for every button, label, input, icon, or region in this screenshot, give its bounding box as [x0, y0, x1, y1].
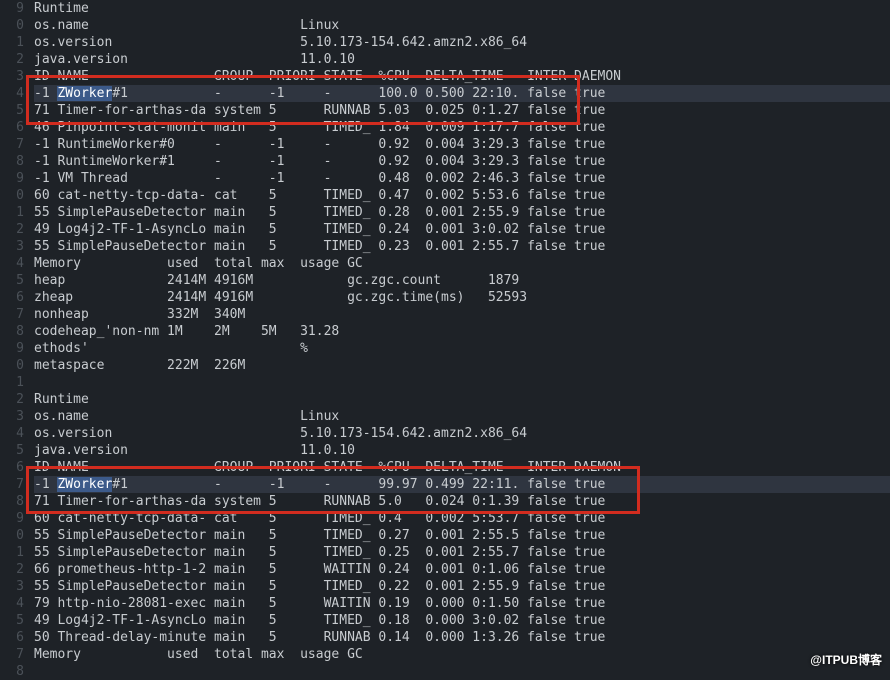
line-number: 6	[0, 289, 24, 306]
terminal-line: os.name Linux	[34, 408, 890, 425]
terminal-line: java.version 11.0.10	[34, 51, 890, 68]
line-number: 7	[0, 136, 24, 153]
terminal-line: 55 SimplePauseDetector main 5 TIMED_ 0.2…	[34, 578, 890, 595]
terminal-line: zheap 2414M 4916M gc.zgc.time(ms) 52593	[34, 289, 890, 306]
terminal-line: 55 SimplePauseDetector main 5 TIMED_ 0.2…	[34, 238, 890, 255]
line-number: 3	[0, 578, 24, 595]
line-number: 9	[0, 510, 24, 527]
terminal-line: Memory used total max usage GC	[34, 646, 890, 663]
code-output: Runtimeos.name Linuxos.version 5.10.173-…	[34, 0, 890, 680]
terminal-line: 60 cat-netty-tcp-data- cat 5 TIMED_ 0.4 …	[34, 510, 890, 527]
line-number: 5	[0, 612, 24, 629]
terminal-line: nonheap 332M 340M	[34, 306, 890, 323]
terminal-line: 55 SimplePauseDetector main 5 TIMED_ 0.2…	[34, 544, 890, 561]
line-number: 5	[0, 102, 24, 119]
terminal-line: -1 VM Thread - -1 - 0.48 0.002 2:46.3 fa…	[34, 170, 890, 187]
line-number: 2	[0, 221, 24, 238]
terminal-line	[34, 374, 890, 391]
line-number-gutter: 9012345678901234567890123456789012345678	[0, 0, 24, 680]
line-number: 0	[0, 187, 24, 204]
terminal-line: os.version 5.10.173-154.642.amzn2.x86_64	[34, 34, 890, 51]
line-number: 1	[0, 374, 24, 391]
terminal-line: 49 Log4j2-TF-1-AsyncLo main 5 TIMED_ 0.1…	[34, 612, 890, 629]
line-number: 2	[0, 561, 24, 578]
terminal-line: 71 Timer-for-arthas-da system 5 RUNNAB 5…	[34, 493, 890, 510]
line-number: 7	[0, 306, 24, 323]
terminal-line: 79 http-nio-28081-exec main 5 WAITIN 0.1…	[34, 595, 890, 612]
terminal-line: -1 ZWorker#1 - -1 - 100.0 0.500 22:10. f…	[34, 85, 890, 102]
terminal-line: -1 RuntimeWorker#1 - -1 - 0.92 0.004 3:2…	[34, 153, 890, 170]
line-number: 8	[0, 153, 24, 170]
terminal-line: ID NAME GROUP PRIORI STATE %CPU DELTA_TI…	[34, 68, 890, 85]
line-number: 9	[0, 340, 24, 357]
terminal-line: 66 prometheus-http-1-2 main 5 WAITIN 0.2…	[34, 561, 890, 578]
line-number: 1	[0, 204, 24, 221]
terminal-line: 46 Pinpoint-stat-monit main 5 TIMED_ 1.8…	[34, 119, 890, 136]
line-number: 6	[0, 119, 24, 136]
line-number: 0	[0, 357, 24, 374]
terminal-line: ID NAME GROUP PRIORI STATE %CPU DELTA_TI…	[34, 459, 890, 476]
line-number: 3	[0, 408, 24, 425]
line-number: 2	[0, 391, 24, 408]
terminal-line: Runtime	[34, 0, 890, 17]
terminal-line: 71 Timer-for-arthas-da system 5 RUNNAB 5…	[34, 102, 890, 119]
terminal-line: java.version 11.0.10	[34, 442, 890, 459]
line-number: 4	[0, 255, 24, 272]
terminal-line: -1 RuntimeWorker#0 - -1 - 0.92 0.004 3:2…	[34, 136, 890, 153]
terminal-line: 49 Log4j2-TF-1-AsyncLo main 5 TIMED_ 0.2…	[34, 221, 890, 238]
line-number: 0	[0, 527, 24, 544]
line-number: 8	[0, 323, 24, 340]
line-number: 1	[0, 544, 24, 561]
line-number: 9	[0, 0, 24, 17]
line-number: 5	[0, 272, 24, 289]
line-number: 9	[0, 170, 24, 187]
line-number: 8	[0, 663, 24, 680]
line-number: 4	[0, 425, 24, 442]
terminal-line: 55 SimplePauseDetector main 5 TIMED_ 0.2…	[34, 527, 890, 544]
terminal-line: os.name Linux	[34, 17, 890, 34]
line-number: 6	[0, 459, 24, 476]
terminal-line: codeheap_'non-nm 1M 2M 5M 31.28	[34, 323, 890, 340]
line-number: 4	[0, 595, 24, 612]
line-number: 3	[0, 68, 24, 85]
line-number: 5	[0, 442, 24, 459]
terminal-line: metaspace 222M 226M	[34, 357, 890, 374]
terminal-line: 55 SimplePauseDetector main 5 TIMED_ 0.2…	[34, 204, 890, 221]
line-number: 8	[0, 493, 24, 510]
terminal-line: os.version 5.10.173-154.642.amzn2.x86_64	[34, 425, 890, 442]
terminal-line: heap 2414M 4916M gc.zgc.count 1879	[34, 272, 890, 289]
line-number: 7	[0, 646, 24, 663]
line-number: 0	[0, 17, 24, 34]
terminal-line: 50 Thread-delay-minute main 5 RUNNAB 0.1…	[34, 629, 890, 646]
terminal-line: 60 cat-netty-tcp-data- cat 5 TIMED_ 0.47…	[34, 187, 890, 204]
line-number: 2	[0, 51, 24, 68]
terminal-line: Runtime	[34, 391, 890, 408]
terminal-line	[34, 663, 890, 680]
terminal-line: ethods' %	[34, 340, 890, 357]
line-number: 1	[0, 34, 24, 51]
line-number: 3	[0, 238, 24, 255]
line-number: 4	[0, 85, 24, 102]
terminal-line: Memory used total max usage GC	[34, 255, 890, 272]
watermark: @ITPUB博客	[810, 652, 882, 669]
terminal-line: -1 ZWorker#1 - -1 - 99.97 0.499 22:11. f…	[34, 476, 890, 493]
line-number: 6	[0, 629, 24, 646]
line-number: 7	[0, 476, 24, 493]
